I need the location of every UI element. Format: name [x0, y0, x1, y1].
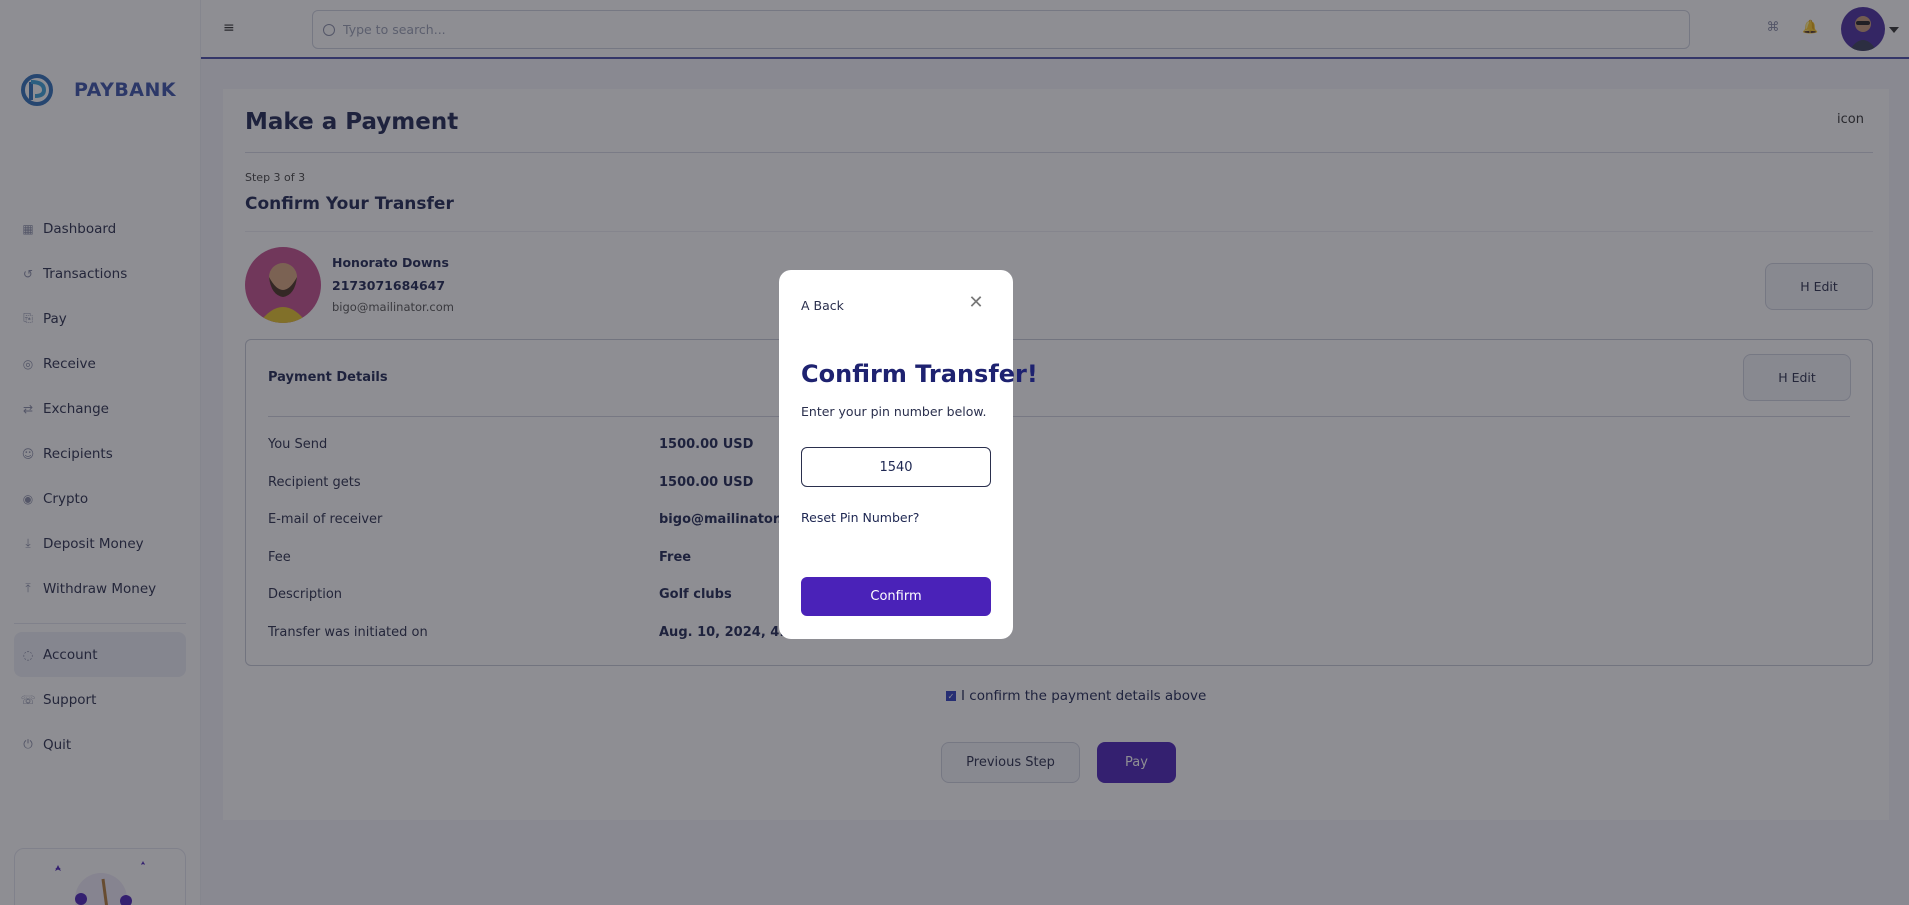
close-icon[interactable]: ✕	[967, 294, 985, 312]
back-button[interactable]: A Back	[801, 298, 844, 313]
confirm-button[interactable]: Confirm	[801, 577, 991, 616]
reset-pin-link[interactable]: Reset Pin Number?	[801, 510, 919, 525]
modal-title: Confirm Transfer!	[801, 360, 1038, 388]
modal-subtitle: Enter your pin number below.	[801, 404, 987, 419]
confirm-transfer-modal: A Back ✕ Confirm Transfer! Enter your pi…	[779, 270, 1038, 639]
pin-input[interactable]	[801, 447, 991, 487]
